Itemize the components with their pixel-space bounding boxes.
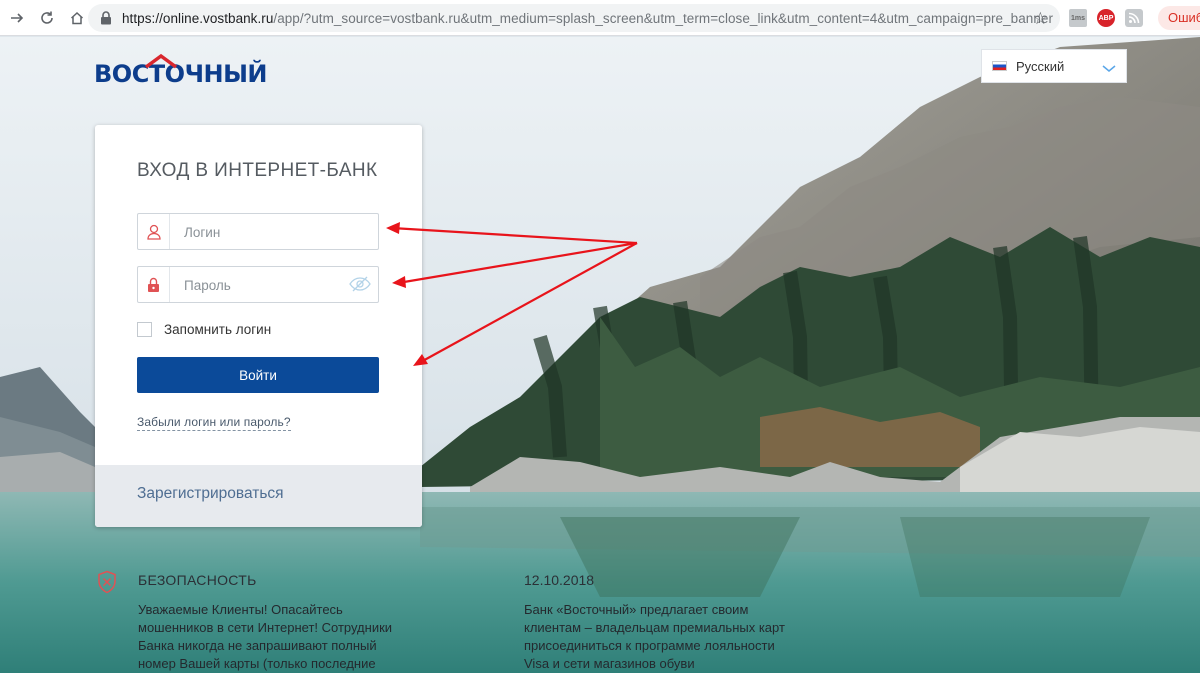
register-panel[interactable]: Зарегистрироваться bbox=[95, 465, 422, 527]
adblock-label: ABP bbox=[1098, 14, 1114, 22]
vostochny-logo[interactable]: ВОСТОЧНЫЙ bbox=[94, 53, 268, 89]
browser-error-button[interactable]: Ошибк bbox=[1158, 6, 1200, 30]
rss-icon[interactable] bbox=[1125, 9, 1143, 27]
adblock-plus-icon[interactable]: ABP bbox=[1097, 9, 1115, 27]
page: ВОСТОЧНЫЙ Русский ВХОД В ИНТЕРНЕТ-БАНК Л… bbox=[0, 37, 1200, 673]
browser-toolbar: https://online.vostbank.ru/app/?utm_sour… bbox=[0, 0, 1200, 36]
remember-checkbox[interactable] bbox=[137, 322, 152, 337]
login-input[interactable] bbox=[184, 223, 344, 241]
language-selector[interactable]: Русский bbox=[981, 49, 1127, 83]
logo-roof-icon bbox=[144, 53, 178, 69]
login-submit-button[interactable]: Войти bbox=[137, 357, 379, 393]
remember-label: Запомнить логин bbox=[164, 322, 272, 337]
shield-icon bbox=[97, 570, 117, 599]
forward-arrow-icon[interactable] bbox=[2, 3, 32, 33]
password-input[interactable] bbox=[184, 276, 344, 294]
news-date: 12.10.2018 bbox=[524, 572, 595, 588]
login-card: ВХОД В ИНТЕРНЕТ-БАНК Запомнить логин Вой… bbox=[95, 125, 422, 527]
lock-icon bbox=[138, 267, 170, 302]
login-title: ВХОД В ИНТЕРНЕТ-БАНК bbox=[137, 160, 378, 181]
eye-off-icon[interactable] bbox=[349, 276, 371, 297]
url-host: https://online.vostbank.ru bbox=[122, 10, 274, 26]
russia-flag-icon bbox=[992, 61, 1007, 71]
reload-icon[interactable] bbox=[32, 3, 62, 33]
news-text[interactable]: Банк «Восточный» предлагает своим клиент… bbox=[524, 601, 786, 673]
url-path: /app/?utm_source=vostbank.ru&utm_medium=… bbox=[273, 10, 1054, 26]
extension-label: 1ms bbox=[1070, 14, 1085, 22]
browser-error-label: Ошибк bbox=[1168, 10, 1200, 25]
security-text: Уважаемые Клиенты! Опасайтесь мошенников… bbox=[138, 602, 393, 671]
security-title: БЕЗОПАСНОСТЬ bbox=[138, 572, 257, 588]
remember-login[interactable]: Запомнить логин bbox=[137, 322, 271, 337]
user-icon bbox=[138, 214, 170, 249]
chevron-down-icon[interactable] bbox=[1102, 60, 1116, 78]
password-field[interactable] bbox=[137, 266, 379, 303]
login-field[interactable] bbox=[137, 213, 379, 250]
register-link[interactable]: Зарегистрироваться bbox=[137, 485, 284, 503]
lock-icon[interactable] bbox=[98, 10, 114, 26]
bookmark-star-icon[interactable]: ☆ bbox=[1033, 9, 1048, 29]
forgot-credentials-link[interactable]: Забыли логин или пароль? bbox=[137, 415, 291, 431]
language-label: Русский bbox=[1016, 58, 1065, 74]
extension-icon[interactable]: 1ms bbox=[1069, 9, 1087, 27]
address-bar[interactable]: https://online.vostbank.ru/app/?utm_sour… bbox=[88, 4, 1060, 32]
url-text[interactable]: https://online.vostbank.ru/app/?utm_sour… bbox=[122, 11, 1053, 26]
